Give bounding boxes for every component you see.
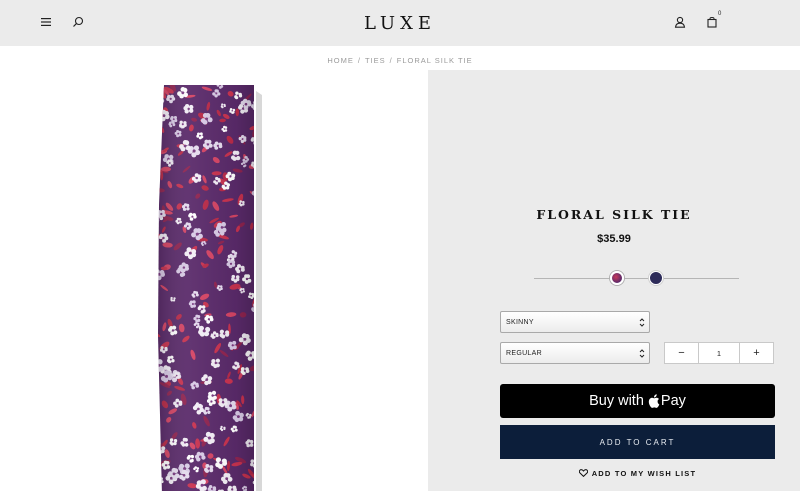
select-arrows-icon [639,317,645,328]
breadcrumb-separator: / [357,56,361,65]
product-image[interactable] [154,85,264,491]
wishlist-label: ADD TO MY WISH LIST [591,468,697,478]
tie-pattern-leaf [154,482,159,490]
user-icon[interactable] [672,14,688,30]
cart-count-badge: 0 [718,11,722,17]
tie-pattern-flower [158,422,161,430]
swatch-divider [534,278,739,279]
tie-pattern-leaf [154,228,158,237]
tie-pattern-flower [259,86,264,93]
tie-pattern-leaf [158,392,160,399]
apple-pay-pay-label: Pay [660,393,686,409]
tie-pattern-leaf [154,220,158,229]
length-select-value: REGULAR [506,350,542,357]
product-details-panel: FLORAL SILK TIE $35.99 SKINNY REGULAR − … [428,70,800,491]
tie-pattern-leaf [255,85,262,90]
breadcrumb-ties[interactable]: TIES [365,56,386,65]
breadcrumb-current: FLORAL SILK TIE [396,56,473,65]
length-select[interactable]: REGULAR [500,342,650,364]
select-arrows-icon [639,348,645,359]
width-select[interactable]: SKINNY [500,311,650,333]
tie-pattern-leaf [154,282,157,288]
breadcrumb-home[interactable]: HOME [327,56,354,65]
heart-icon [578,469,588,477]
quantity-input[interactable]: 1 [698,343,740,363]
quantity-stepper: − 1 + [664,342,774,364]
width-select-value: SKINNY [506,319,534,326]
navy-swatch[interactable] [649,271,663,285]
tie-pattern-leaf [158,403,160,412]
tie-pattern-flower [158,341,159,347]
apple-pay-buy-label: Buy with [589,393,644,409]
tie-pattern-leaf [154,154,158,166]
floral-swatch[interactable] [610,271,624,285]
add-to-wishlist-link[interactable]: ADD TO MY WISH LIST [500,466,775,480]
tie-pattern-flower [158,93,165,106]
add-to-cart-button[interactable]: ADD TO CART [500,425,775,459]
product-image-area [0,70,428,491]
site-header: LUXE 0 [0,0,800,46]
breadcrumb-separator: / [389,56,393,65]
breadcrumb: HOME / TIES / FLORAL SILK TIE [0,56,800,65]
tie-pattern-flower [154,253,158,260]
apple-pay-button[interactable]: Buy with Pay [500,384,775,418]
product-title: FLORAL SILK TIE [536,207,692,222]
quantity-decrease-button[interactable]: − [665,343,698,363]
product-price: $35.99 [597,233,631,245]
apple-logo-icon [648,394,660,408]
quantity-increase-button[interactable]: + [740,343,773,363]
